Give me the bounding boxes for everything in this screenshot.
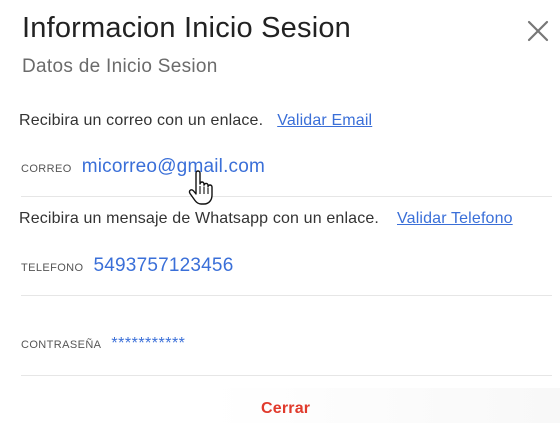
validate-phone-link[interactable]: Validar Telefono [397, 210, 513, 227]
email-value: micorreo@gmail.com [81, 156, 266, 177]
divider [21, 196, 552, 197]
password-value: *********** [111, 335, 186, 352]
modal-title: Informacion Inicio Sesion [22, 12, 351, 44]
phone-info: Recibira un mensaje de Whatsapp con un e… [19, 210, 513, 228]
modal-subtitle: Datos de Inicio Sesion [22, 56, 218, 77]
hand-pointer-cursor-icon [186, 170, 220, 206]
password-row: CONTRASEÑA *********** [21, 335, 185, 353]
email-info-text: Recibira un correo con un enlace. [19, 112, 264, 129]
close-button[interactable]: Cerrar [261, 400, 310, 418]
phone-value: 5493757123456 [93, 255, 234, 276]
email-label: CORREO [21, 163, 72, 175]
phone-row: TELEFONO 5493757123456 [21, 255, 233, 277]
validate-email-link[interactable]: Validar Email [277, 112, 372, 129]
divider [21, 375, 552, 376]
email-info: Recibira un correo con un enlace. Validar… [19, 112, 372, 130]
phone-label: TELEFONO [21, 262, 84, 274]
phone-info-text: Recibira un mensaje de Whatsapp con un e… [19, 210, 380, 227]
close-icon[interactable] [525, 18, 551, 44]
login-info-modal: Informacion Inicio Sesion Datos de Inici… [0, 0, 560, 423]
divider [21, 295, 552, 296]
email-row: CORREO micorreo@gmail.com [21, 156, 265, 178]
password-label: CONTRASEÑA [21, 339, 102, 351]
